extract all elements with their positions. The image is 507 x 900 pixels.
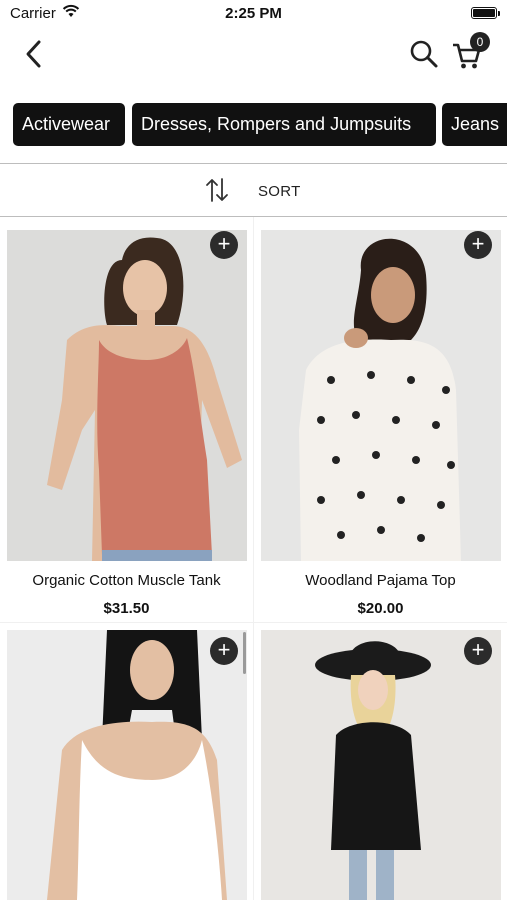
sort-label: SORT <box>258 183 301 200</box>
product-name: Woodland Pajama Top <box>305 572 456 589</box>
product-name: Organic Cotton Muscle Tank <box>32 572 221 589</box>
sort-bar: SORT <box>0 164 507 216</box>
product-price: $31.50 <box>103 600 150 617</box>
add-to-cart-button[interactable]: + <box>464 231 492 259</box>
add-to-cart-button[interactable]: + <box>210 637 238 665</box>
product-image <box>261 230 501 561</box>
product-image <box>7 230 247 561</box>
product-card[interactable]: + Woodland Pajama Top $20.00 <box>254 217 507 622</box>
sort-arrows-icon <box>206 178 228 202</box>
product-card[interactable]: + Organic Cotton Muscle Tank $31.50 <box>0 217 253 622</box>
category-chip-dresses[interactable]: Dresses, Rompers and Jumpsuits <box>132 103 436 146</box>
back-button[interactable] <box>16 36 52 72</box>
search-button[interactable] <box>406 36 442 72</box>
add-to-cart-button[interactable]: + <box>210 231 238 259</box>
status-time: 2:25 PM <box>225 5 282 22</box>
product-card[interactable]: + <box>0 623 253 900</box>
sort-button[interactable]: SORT <box>203 174 313 208</box>
category-chip-activewear[interactable]: Activewear <box>13 103 125 146</box>
nav-bar: 0 <box>0 28 507 84</box>
battery-icon <box>471 7 500 19</box>
search-icon <box>410 40 438 68</box>
cart-count-badge: 0 <box>470 32 490 52</box>
status-bar: Carrier 2:25 PM <box>0 0 507 28</box>
category-filter-row: Activewear Dresses, Rompers and Jumpsuit… <box>0 100 507 150</box>
product-price: $20.00 <box>357 600 404 617</box>
scrollbar[interactable] <box>243 632 246 674</box>
add-to-cart-button[interactable]: + <box>464 637 492 665</box>
product-card[interactable]: + <box>254 623 507 900</box>
back-chevron-icon <box>26 40 41 68</box>
product-image <box>7 630 247 900</box>
product-image <box>261 630 501 900</box>
cart-button[interactable]: 0 <box>450 32 494 72</box>
category-chip-jeans[interactable]: Jeans <box>442 103 507 146</box>
